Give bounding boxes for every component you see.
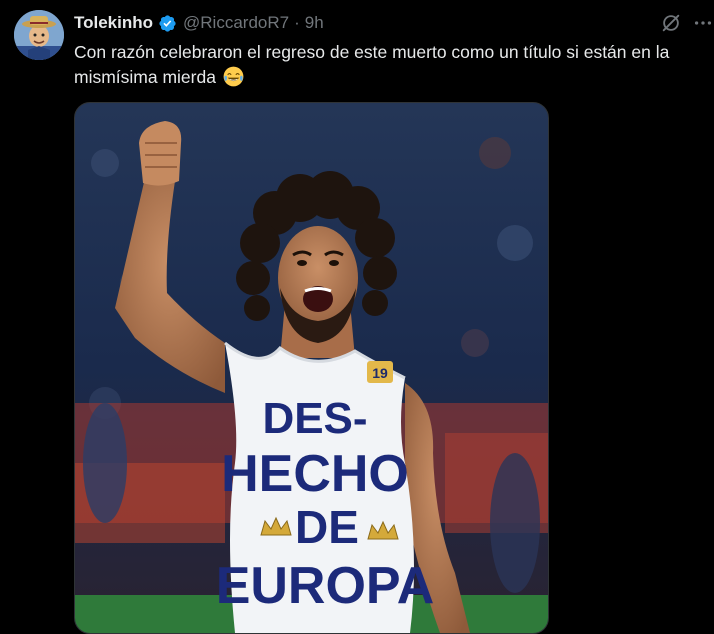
- tweet-text: Con razón celebraron el regreso de este …: [74, 40, 706, 90]
- laughing-tears-emoji-icon: [223, 66, 244, 87]
- tweet-media-image[interactable]: 19 DES- HECHO DE EUROPA: [74, 102, 549, 634]
- tweet-header: Tolekinho @RiccardoR7 · 9h: [74, 12, 324, 34]
- shirt-text-line-4: EUROPA: [216, 557, 435, 615]
- more-icon[interactable]: [692, 12, 714, 34]
- timestamp[interactable]: 9h: [305, 13, 324, 33]
- avatar-cartoon-icon: [14, 10, 64, 60]
- verified-badge-icon[interactable]: [158, 14, 177, 33]
- shirt-text-line-2: HECHO: [221, 445, 409, 503]
- tweet-text-content: Con razón celebraron el regreso de este …: [74, 42, 670, 87]
- separator-dot: ·: [294, 13, 300, 32]
- avatar[interactable]: [14, 10, 64, 60]
- player-photo: 19 DES- HECHO DE EUROPA: [75, 103, 548, 633]
- grok-icon[interactable]: [660, 12, 682, 34]
- shirt-text-line-1: DES-: [262, 394, 367, 443]
- shirt-text-line-3: DE: [295, 501, 359, 553]
- tweet[interactable]: Tolekinho @RiccardoR7 · 9h Con razón cel…: [0, 0, 714, 634]
- shirt-number: 19: [372, 365, 388, 381]
- author-handle[interactable]: @RiccardoR7: [183, 13, 289, 33]
- author-name[interactable]: Tolekinho: [74, 13, 153, 33]
